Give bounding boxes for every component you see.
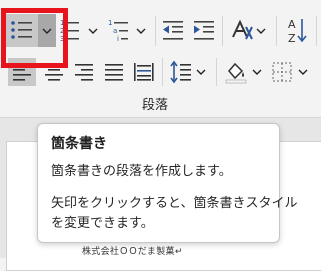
svg-text:a: a xyxy=(113,27,117,35)
svg-text:2: 2 xyxy=(60,27,64,35)
decrease-indent-button[interactable] xyxy=(161,18,187,44)
increase-indent-icon xyxy=(194,21,214,40)
chevron-down-icon xyxy=(196,69,206,75)
sort-button[interactable]: A Z xyxy=(284,16,310,46)
align-left-icon xyxy=(13,64,31,81)
ribbon-paragraph-group: 1 2 3 1 a i A Z 段落 xyxy=(0,0,321,118)
text-direction-button[interactable] xyxy=(228,16,270,46)
line-spacing-button[interactable] xyxy=(168,58,210,86)
chevron-down-icon xyxy=(298,69,308,75)
sort-glyph-a: A xyxy=(288,18,296,31)
align-right-button[interactable] xyxy=(70,58,98,86)
tooltip-description: 箇条書きの段落を作成します。 xyxy=(51,164,232,179)
distributed-button[interactable] xyxy=(130,58,158,86)
separator xyxy=(162,58,163,86)
distributed-icon xyxy=(134,63,154,81)
sort-icon: A Z xyxy=(288,18,307,45)
borders-button[interactable] xyxy=(270,58,314,86)
svg-text:i: i xyxy=(117,35,119,43)
svg-text:3: 3 xyxy=(60,35,64,43)
multilevel-list-icon: 1 a i xyxy=(108,19,128,43)
shading-icon xyxy=(225,62,247,84)
separator xyxy=(276,16,277,46)
chevron-down-icon xyxy=(42,28,52,34)
align-left-button[interactable] xyxy=(8,58,36,86)
bullets-icon xyxy=(11,21,32,39)
separator xyxy=(316,16,317,46)
numbering-icon: 1 2 3 xyxy=(60,19,79,43)
separator xyxy=(155,16,156,46)
chevron-down-icon xyxy=(136,28,146,34)
line-spacing-icon xyxy=(170,60,191,84)
bullets-tooltip: 箇条書き 箇条書きの段落を作成します。 矢印をクリックすると、箇条書きスタイル … xyxy=(37,123,297,243)
align-center-icon xyxy=(45,64,63,81)
shading-button[interactable] xyxy=(222,58,266,86)
increase-indent-button[interactable] xyxy=(192,18,218,44)
sort-glyph-z: Z xyxy=(288,32,296,45)
svg-text:1: 1 xyxy=(108,19,112,27)
decrease-indent-icon xyxy=(163,21,183,40)
align-right-icon xyxy=(75,64,93,81)
tooltip-hint-line-1: 矢印をクリックすると、箇条書きスタイル xyxy=(51,196,298,211)
borders-icon xyxy=(272,62,292,82)
svg-text:1: 1 xyxy=(60,19,64,27)
document-text[interactable]: 株式会社ＯＯだま製菓↵ xyxy=(82,244,183,257)
tooltip-hint-line-2: を変更できます。 xyxy=(51,216,154,231)
bullets-dropdown-button[interactable] xyxy=(38,14,56,47)
text-direction-icon xyxy=(232,19,253,40)
justify-icon xyxy=(105,64,123,81)
numbering-button[interactable]: 1 2 3 xyxy=(58,16,102,46)
align-center-button[interactable] xyxy=(40,58,68,86)
multilevel-list-button[interactable]: 1 a i xyxy=(106,16,150,46)
group-label-paragraph: 段落 xyxy=(141,98,168,113)
chevron-down-icon xyxy=(252,69,262,75)
bullets-button[interactable] xyxy=(6,14,38,47)
separator xyxy=(222,16,223,46)
chevron-down-icon xyxy=(256,28,266,34)
separator xyxy=(216,58,217,86)
chevron-down-icon xyxy=(88,28,98,34)
tooltip-title: 箇条書き xyxy=(51,136,107,152)
justify-button[interactable] xyxy=(100,58,128,86)
